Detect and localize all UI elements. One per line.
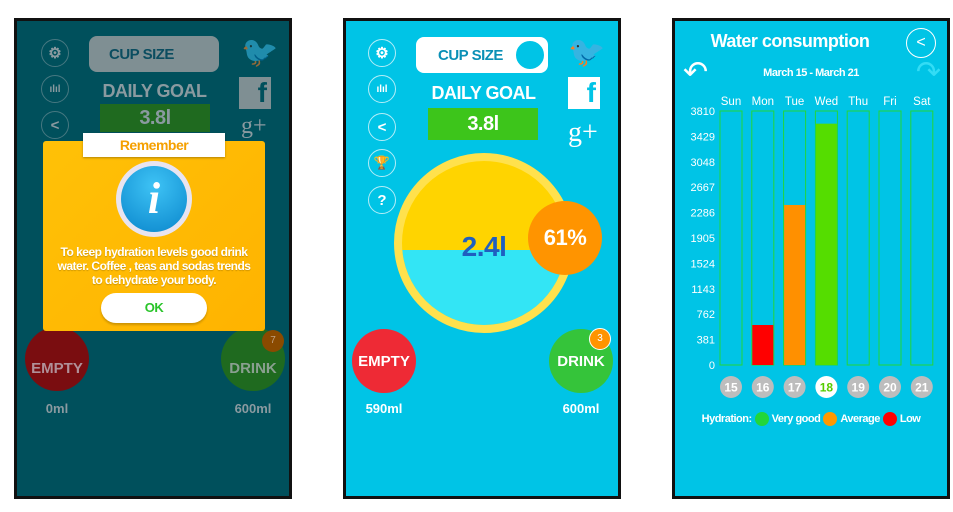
cup-size-button[interactable]: CUP SIZE bbox=[89, 36, 219, 72]
daily-goal-label: DAILY GOAL bbox=[102, 81, 207, 101]
y-tick-label: 0 bbox=[709, 360, 715, 372]
day-label: Sun bbox=[721, 96, 741, 108]
remember-dialog: Remember i To keep hydration levels good… bbox=[43, 133, 265, 331]
cup-size-button[interactable]: CUP SIZE bbox=[416, 37, 548, 73]
stats-icon[interactable]: ılıl bbox=[41, 75, 69, 103]
bar-track bbox=[719, 110, 743, 366]
legend-very-good: Very good bbox=[771, 413, 821, 425]
gear-icon[interactable]: ⚙ bbox=[41, 39, 69, 67]
share-icon[interactable]: < bbox=[41, 111, 69, 139]
daily-goal-value[interactable]: 3.8l bbox=[428, 108, 538, 140]
legend-swatch-very-good bbox=[754, 412, 769, 426]
legend-average: Average bbox=[840, 413, 880, 425]
bar-track bbox=[878, 110, 902, 366]
facebook-icon[interactable]: f bbox=[239, 77, 271, 109]
y-tick-label: 3048 bbox=[691, 157, 715, 169]
legend-label: Hydration: bbox=[701, 413, 753, 425]
google-plus-icon[interactable]: g+ bbox=[568, 117, 598, 149]
y-tick-label: 762 bbox=[697, 309, 715, 321]
daily-goal-label: DAILY GOAL bbox=[431, 83, 536, 103]
day-label: Mon bbox=[752, 96, 774, 108]
google-plus-icon[interactable]: g+ bbox=[241, 113, 267, 140]
percent-badge: 61% bbox=[528, 201, 602, 275]
drink-badge: 3 bbox=[589, 328, 611, 350]
help-icon[interactable]: ? bbox=[368, 186, 396, 214]
date-label: 19 bbox=[852, 381, 866, 395]
bar-track bbox=[846, 110, 870, 366]
bar-tue bbox=[784, 205, 806, 365]
y-tick-label: 3810 bbox=[691, 106, 715, 118]
date-label: 18 bbox=[820, 381, 834, 395]
gear-icon[interactable]: ⚙ bbox=[368, 39, 396, 67]
empty-amount: 0ml bbox=[45, 401, 69, 416]
y-tick-label: 3429 bbox=[691, 131, 715, 143]
date-label: 16 bbox=[756, 381, 770, 395]
legend: Hydration: Very good Average Low bbox=[675, 412, 947, 426]
ok-button[interactable]: OK bbox=[101, 293, 207, 323]
date-label: 15 bbox=[724, 381, 738, 395]
bar-wed bbox=[815, 123, 837, 366]
day-label: Fri bbox=[883, 96, 896, 108]
dialog-screen: ⚙ ılıl < CUP SIZE DAILY GOAL 3.8l 🐦 f g+… bbox=[14, 18, 292, 499]
daily-goal-value[interactable]: 3.8l bbox=[100, 104, 210, 132]
empty-amount: 590ml bbox=[365, 401, 403, 416]
dialog-message: To keep hydration levels good drink wate… bbox=[57, 245, 251, 287]
day-label: Wed bbox=[815, 96, 838, 108]
legend-low: Low bbox=[899, 413, 921, 425]
y-tick-label: 2667 bbox=[691, 182, 715, 194]
bar-mon bbox=[752, 325, 774, 365]
stats-icon[interactable]: ılıl bbox=[368, 75, 396, 103]
drink-badge: 7 bbox=[262, 330, 284, 352]
info-icon: i bbox=[116, 161, 192, 237]
y-tick-label: 381 bbox=[697, 335, 715, 347]
y-tick-label: 1143 bbox=[691, 284, 715, 296]
date-label: 17 bbox=[788, 381, 802, 395]
day-label: Thu bbox=[848, 96, 868, 108]
empty-button[interactable]: EMPTY bbox=[352, 329, 416, 393]
day-label: Tue bbox=[785, 96, 804, 108]
date-label: 20 bbox=[883, 381, 897, 395]
empty-button[interactable]: EMPTY bbox=[25, 327, 89, 391]
twitter-icon[interactable]: 🐦 bbox=[568, 35, 605, 70]
legend-swatch-average bbox=[823, 412, 838, 426]
date-label: 21 bbox=[915, 381, 929, 395]
facebook-icon[interactable]: f bbox=[568, 77, 600, 109]
drink-amount: 600ml bbox=[234, 401, 272, 416]
dialog-title: Remember bbox=[83, 133, 225, 157]
stats-screen: Water consumption < ↶ ↷ March 15 - March… bbox=[672, 18, 950, 499]
drink-amount: 600ml bbox=[562, 401, 600, 416]
legend-swatch-low bbox=[882, 412, 897, 426]
y-tick-label: 1905 bbox=[691, 233, 715, 245]
bar-track bbox=[910, 110, 934, 366]
day-label: Sat bbox=[913, 96, 931, 108]
share-icon[interactable]: < bbox=[368, 113, 396, 141]
twitter-icon[interactable]: 🐦 bbox=[241, 35, 278, 70]
trophy-icon[interactable]: 🏆 bbox=[368, 149, 396, 177]
y-tick-label: 2286 bbox=[691, 208, 715, 220]
main-screen: ⚙ ılıl < 🏆 ? CUP SIZE DAILY GOAL 3.8l 🐦 … bbox=[343, 18, 621, 499]
y-tick-label: 1524 bbox=[691, 258, 715, 270]
cup-icon bbox=[514, 39, 546, 71]
